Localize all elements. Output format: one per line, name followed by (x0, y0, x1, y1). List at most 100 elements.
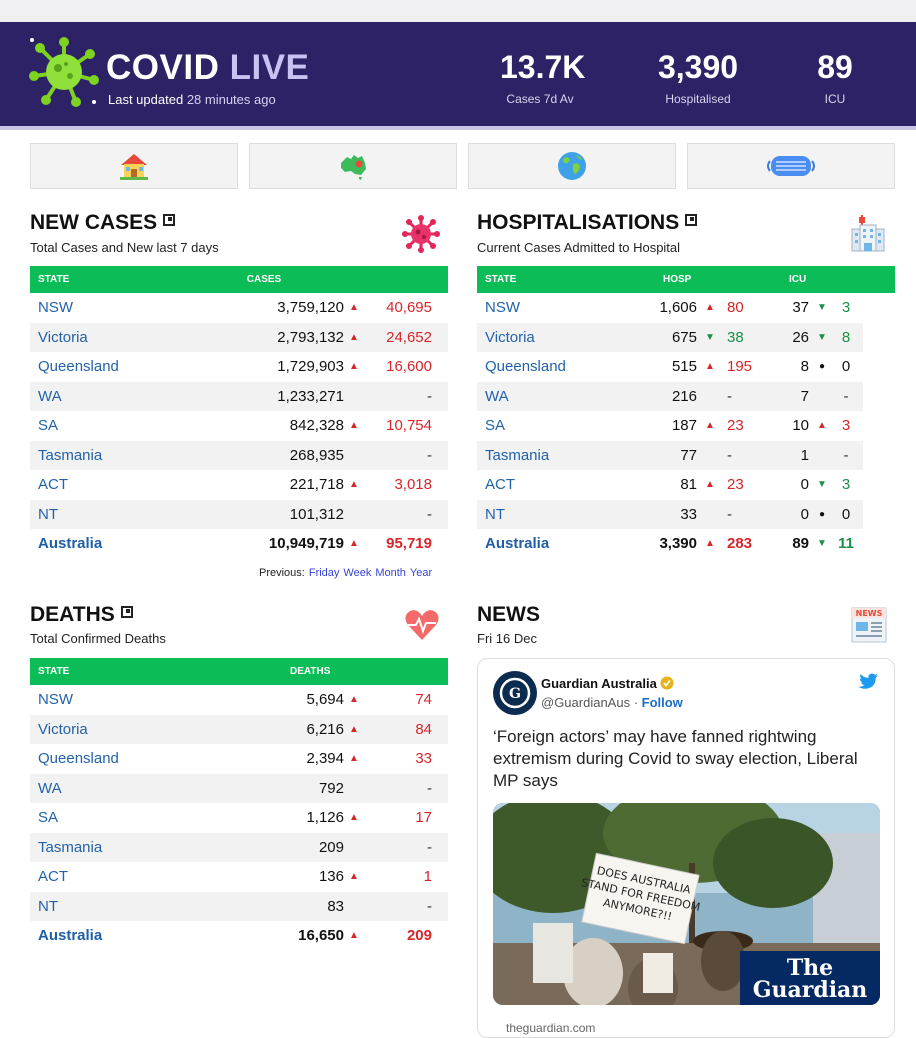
new-cases-title[interactable]: NEW CASES (30, 211, 176, 235)
last-updated: Last updated 28 minutes ago (108, 92, 276, 107)
brand-title[interactable]: COVID LIVE (106, 48, 309, 88)
table-row: Australia 16,650 ▲ 209 (30, 921, 448, 951)
previous-link-month[interactable]: Month (375, 567, 406, 579)
state-link[interactable]: SA (30, 803, 220, 833)
table-row: Tasmania 268,935 - (30, 440, 448, 471)
external-link-icon[interactable] (685, 214, 698, 226)
change-value: 74 (415, 691, 432, 709)
tweet-author-name-text: Guardian Australia (541, 676, 657, 691)
hosp-change-value: 23 (727, 417, 744, 435)
state-link[interactable]: Queensland (30, 744, 220, 774)
state-link[interactable]: WA (30, 382, 220, 412)
globe-icon (558, 152, 586, 180)
follow-link[interactable]: Follow (642, 695, 683, 710)
state-link[interactable]: Queensland (30, 352, 220, 382)
tweet-card[interactable]: G Guardian Australia @GuardianAus · Foll… (477, 658, 895, 1038)
hosp-change-arrow: ▲ (705, 479, 715, 491)
state-link[interactable]: Victoria (477, 323, 627, 353)
nav-world-button[interactable] (468, 143, 676, 189)
col-header-hosp[interactable]: HOSP (627, 266, 777, 293)
hosp-value: 33 (680, 505, 697, 523)
table-row: SA 842,328 ▲ 10,754 (30, 411, 448, 441)
stat-value: 89 (817, 49, 853, 85)
hosp-change-value: - (727, 446, 732, 464)
nav-australia-button[interactable] (249, 143, 457, 189)
icu-change-value: 0 (841, 358, 851, 376)
state-link[interactable]: Queensland (477, 352, 627, 382)
cases-value: 101,312 (289, 505, 344, 523)
state-link[interactable]: WA (30, 774, 220, 804)
state-link[interactable]: NT (30, 892, 220, 922)
icu-value: 26 (792, 328, 809, 346)
state-link[interactable]: NSW (30, 293, 220, 323)
previous-link-week[interactable]: Week (343, 567, 371, 579)
table-row: ACT 81 ▲ 23 0 ▼ 3 (477, 470, 895, 500)
nav-mask-button[interactable] (687, 143, 895, 189)
table-row: Tasmania 77 - 1 - (477, 440, 895, 471)
state-link[interactable]: Australia (30, 921, 220, 951)
change-value: 16,600 (386, 358, 432, 376)
change-arrow: ▲ (349, 930, 359, 942)
state-link[interactable]: ACT (477, 470, 627, 500)
tweet-link-domain[interactable]: theguardian.com (506, 1021, 595, 1035)
tweet-text: ‘Foreign actors’ may have fanned rightwi… (493, 727, 858, 790)
tweet-handle-text[interactable]: @GuardianAus (541, 695, 630, 710)
table-row: NSW 5,694 ▲ 74 (30, 685, 448, 715)
change-arrow (344, 500, 364, 530)
col-header-deaths[interactable]: DEATHS (220, 658, 448, 685)
table-row: Victoria 675 ▼ 38 26 ▼ 8 (477, 322, 895, 353)
virus-logo-icon[interactable] (28, 36, 100, 108)
change-arrow (344, 441, 364, 471)
change-arrow: ▲ (349, 753, 359, 765)
icu-change-arrow: ● (818, 508, 826, 520)
col-header-state[interactable]: STATE (30, 658, 220, 685)
state-link[interactable]: NSW (477, 293, 627, 323)
state-link[interactable]: Australia (477, 529, 627, 559)
hospitalisations-title[interactable]: HOSPITALISATIONS (477, 211, 698, 235)
state-link[interactable]: NT (477, 500, 627, 530)
deaths-value: 6,216 (306, 720, 344, 738)
previous-link-friday[interactable]: Friday (309, 567, 340, 579)
deaths-title[interactable]: DEATHS (30, 603, 133, 627)
state-link[interactable]: SA (477, 411, 627, 441)
change-arrow: ▲ (349, 420, 359, 432)
state-link[interactable]: WA (477, 382, 627, 412)
state-link[interactable]: Australia (30, 529, 220, 559)
new-cases-table: STATE CASES NSW 3,759,120 ▲ 40,695 Victoria 2… (30, 266, 448, 559)
state-link[interactable]: Tasmania (30, 441, 220, 471)
icu-value: 10 (792, 417, 809, 435)
tweet-image[interactable]: DOES AUSTRALIA STAND FOR FREEDOM ANYMORE… (493, 803, 880, 1005)
state-link[interactable]: Victoria (30, 323, 220, 353)
nav-home-button[interactable] (30, 143, 238, 189)
hosp-value: 675 (671, 328, 697, 346)
col-header-cases[interactable]: CASES (220, 266, 448, 293)
state-link[interactable]: Victoria (30, 715, 220, 745)
hosp-change-value: 23 (727, 476, 744, 494)
state-link[interactable]: NT (30, 500, 220, 530)
state-link[interactable]: NSW (30, 685, 220, 715)
state-link[interactable]: Tasmania (477, 441, 627, 471)
guardian-avatar[interactable]: G (493, 671, 537, 715)
state-link[interactable]: ACT (30, 470, 220, 500)
table-header-row: STATE HOSP ICU (477, 266, 895, 293)
table-header-row: STATE DEATHS (30, 658, 448, 685)
hospitalisations-table: STATE HOSP ICU NSW 1,606 ▲ 80 37 ▼ 3 Victoria 67… (477, 266, 895, 559)
state-link[interactable]: SA (30, 411, 220, 441)
external-link-icon[interactable] (163, 214, 176, 226)
cases-value: 842,328 (289, 417, 344, 435)
col-header-state[interactable]: STATE (30, 266, 220, 293)
deaths-value: 209 (318, 838, 344, 856)
state-link[interactable]: Tasmania (30, 833, 220, 863)
hosp-change-arrow (697, 382, 723, 412)
tweet-author-name[interactable]: Guardian Australia (541, 676, 674, 691)
change-value: - (427, 838, 432, 856)
watermark-guardian: Guardian (753, 977, 868, 1003)
previous-link-year[interactable]: Year (410, 567, 432, 579)
col-header-state[interactable]: STATE (477, 266, 627, 293)
external-link-icon[interactable] (120, 606, 133, 618)
twitter-bird-icon[interactable] (857, 673, 879, 691)
col-header-icu[interactable]: ICU (777, 266, 895, 293)
hosp-change-value: 283 (727, 535, 753, 553)
svg-text:NEWS: NEWS (856, 609, 883, 618)
state-link[interactable]: ACT (30, 862, 220, 892)
